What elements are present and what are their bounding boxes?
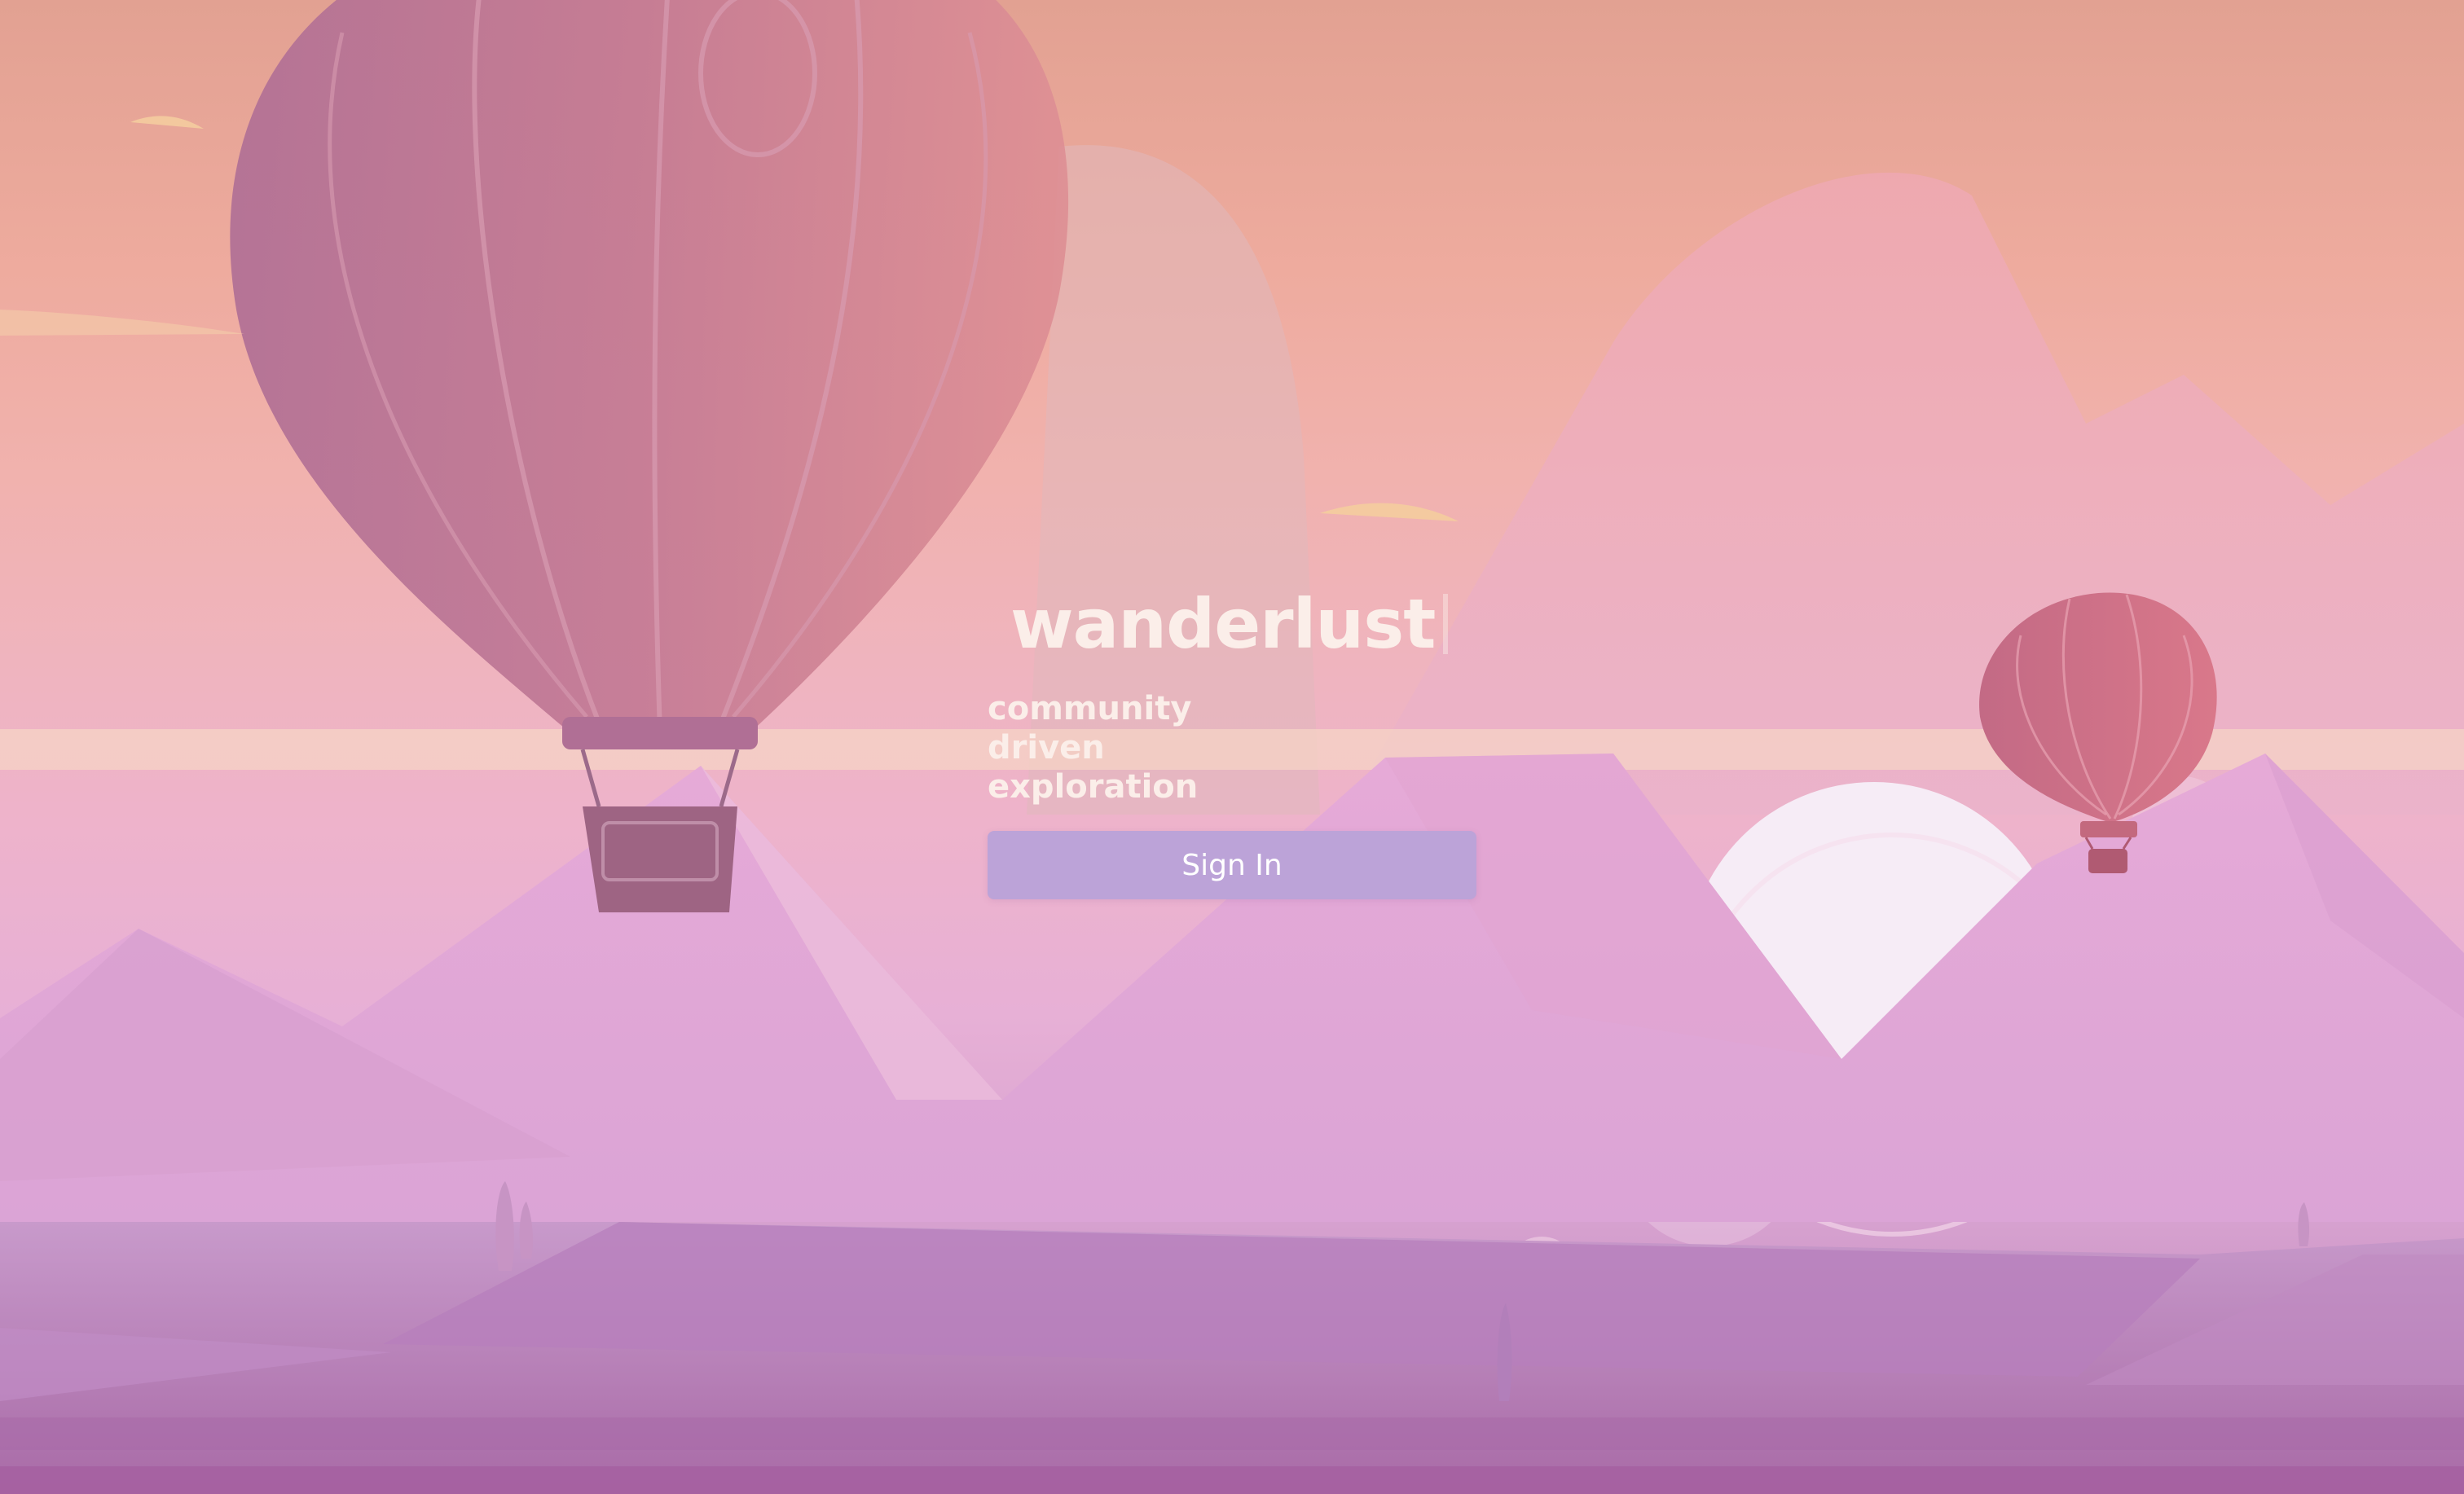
landing-panel: wanderlust community driven exploration … [988, 583, 1476, 899]
field-stripe [0, 1466, 2464, 1494]
large-hot-air-balloon-icon [230, 0, 1069, 912]
far-mountains [1344, 172, 2464, 815]
cloud-streak [130, 116, 204, 129]
cloud-streak [1320, 503, 1459, 521]
app-title-text: wanderlust [1010, 584, 1436, 664]
landing-page: wanderlust community driven exploration … [0, 0, 2464, 1494]
cloud-streak [0, 310, 244, 336]
sign-in-button[interactable]: Sign In [988, 831, 1476, 899]
field-stripe [0, 1417, 2464, 1450]
app-tagline: community driven exploration [988, 690, 1199, 806]
app-title: wanderlust [988, 583, 1476, 665]
typing-caret [1443, 594, 1449, 654]
